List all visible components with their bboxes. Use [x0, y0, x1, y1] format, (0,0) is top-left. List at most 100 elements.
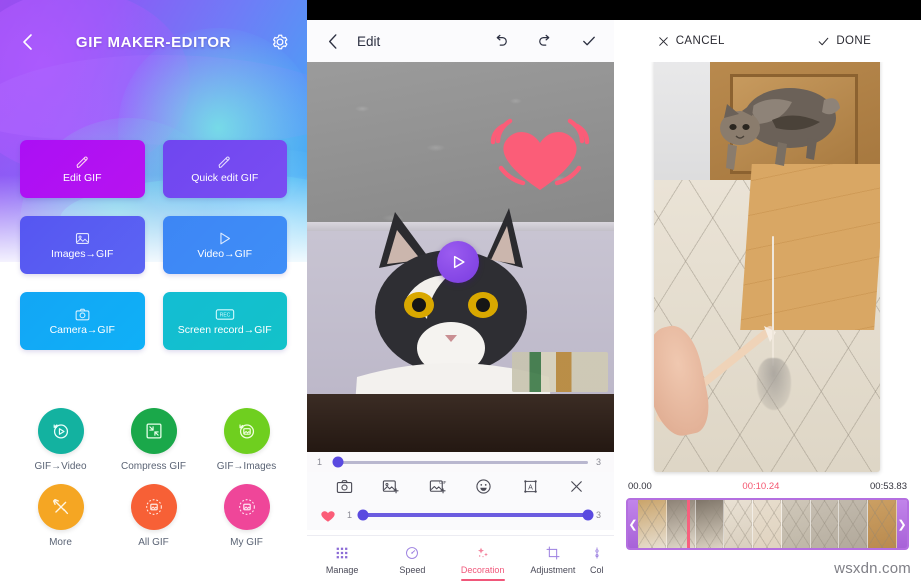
edit-canvas[interactable] [307, 62, 614, 452]
tab-label: Manage [325, 564, 359, 575]
timeline-start-time: 00.00 [628, 480, 652, 492]
sticker-slider-thumb-start[interactable] [357, 509, 369, 521]
circle-gif-to-video[interactable]: GIF→Video [14, 408, 107, 472]
tab-color[interactable]: Col [588, 536, 614, 583]
sticker-slider-track[interactable] [357, 509, 594, 521]
books-shelf [512, 352, 608, 392]
trim-handle-right[interactable]: ❯ [897, 500, 907, 548]
add-image-icon[interactable] [380, 475, 402, 497]
preview-toy [757, 358, 791, 410]
confirm-icon[interactable] [576, 28, 602, 54]
close-icon[interactable] [566, 475, 588, 497]
tools-icon [37, 484, 84, 530]
edit-actions [488, 28, 602, 54]
brush-icon [216, 154, 233, 171]
filmstrip-frame-texture [753, 500, 781, 548]
filmstrip-frame[interactable] [753, 500, 782, 548]
tile-grid: Edit GIF Quick edit GIF Images→GIF Video… [0, 140, 307, 368]
video-preview[interactable] [654, 58, 880, 472]
camera-icon[interactable] [333, 475, 355, 497]
trim-handle-left[interactable]: ❮ [628, 500, 638, 548]
tile-label: Video→GIF [197, 248, 253, 261]
tile-camera-to-gif[interactable]: Camera→GIF [20, 292, 145, 350]
redo-icon[interactable] [532, 28, 558, 54]
circle-gif-to-images[interactable]: GIF→Images [200, 408, 293, 472]
circle-compress-gif[interactable]: Compress GIF [107, 408, 200, 472]
circle-label: GIF→Images [216, 461, 277, 472]
frame-slider-thumb[interactable] [332, 456, 344, 468]
filmstrip-frame-texture [810, 500, 839, 548]
emoji-icon[interactable] [473, 475, 495, 497]
filmstrip-frame-texture [695, 500, 724, 548]
camera-icon [74, 306, 91, 323]
filmstrip-frame[interactable] [724, 500, 754, 548]
done-button[interactable]: DONE [768, 35, 921, 48]
filmstrip-frame-texture [839, 500, 868, 548]
preview-string [772, 236, 774, 366]
preview-wall [654, 58, 712, 188]
timeline-current-time: 00:10.24 [742, 480, 780, 492]
status-bar [307, 0, 614, 20]
filmstrip-frame[interactable] [781, 500, 811, 548]
back-icon[interactable] [14, 29, 40, 55]
circle-my-gif[interactable]: My GIF [200, 484, 293, 548]
sticker-slider-thumb-end[interactable] [582, 509, 594, 521]
cancel-button[interactable]: CANCEL [614, 35, 768, 48]
tile-quick-edit-gif[interactable]: Quick edit GIF [162, 140, 287, 198]
filmstrip-frame[interactable] [868, 500, 898, 548]
tab-adjustment[interactable]: Adjustment [518, 536, 588, 583]
grid-icon [336, 547, 348, 558]
tile-edit-gif[interactable]: Edit GIF [20, 140, 145, 198]
filmstrip-frame[interactable] [810, 500, 840, 548]
timeline-times: 00.00 00:10.24 00:53.83 [628, 478, 907, 494]
playhead[interactable] [687, 500, 691, 548]
rec-icon: REC [215, 306, 235, 323]
sparkle-icon [477, 547, 488, 557]
circle-more[interactable]: More [14, 484, 107, 548]
filmstrip-frame-texture [868, 500, 897, 548]
page-title: GIF MAKER-EDITOR [75, 33, 232, 51]
tile-label: Quick edit GIF [191, 172, 259, 185]
svg-text:A: A [528, 483, 533, 491]
tile-video-to-gif[interactable]: Video→GIF [162, 216, 287, 274]
gear-icon[interactable] [267, 29, 293, 55]
filmstrip-frame[interactable] [666, 500, 696, 548]
add-gif-icon[interactable]: GIF [426, 475, 448, 497]
tab-decoration[interactable]: Decoration [448, 536, 518, 583]
tile-screen-record-to-gif[interactable]: REC Screen record→GIF [162, 292, 287, 350]
filmstrip-frame[interactable] [839, 500, 869, 548]
frame-slider-track[interactable] [332, 456, 588, 468]
play-icon[interactable] [437, 241, 479, 283]
filmstrip-frames[interactable] [638, 500, 898, 548]
brush-icon [74, 154, 91, 171]
timeline-end-time: 00:53.83 [870, 480, 907, 492]
tab-manage[interactable]: Manage [307, 536, 377, 583]
undo-icon[interactable] [488, 28, 514, 54]
heart-sticker-thumbnail [317, 505, 339, 525]
filmstrip-frame[interactable] [638, 500, 667, 548]
done-label: DONE [836, 35, 872, 47]
page-title: Edit [357, 33, 381, 49]
sticker-duration-slider[interactable]: 1 3 [307, 500, 614, 530]
tab-label: Col [590, 564, 604, 575]
filmstrip-timeline[interactable]: ❮ ❯ [626, 498, 909, 550]
svg-text:REC: REC [219, 313, 230, 319]
gallery-icon [130, 484, 177, 530]
frame-slider[interactable]: 1 3 [307, 452, 614, 472]
circle-all-gif[interactable]: All GIF [107, 484, 200, 548]
tab-speed[interactable]: Speed [377, 536, 447, 583]
tile-images-to-gif[interactable]: Images→GIF [20, 216, 145, 274]
preview-wood-floor [740, 164, 880, 330]
circle-row: More All GIF My GIF [14, 484, 293, 548]
close-icon [658, 36, 668, 46]
status-bar [614, 0, 921, 20]
edit-bottom-nav: Manage Speed Decoration Adjustment Col [307, 535, 614, 583]
play-refresh-icon [37, 408, 84, 454]
tile-row: Images→GIF Video→GIF [20, 216, 287, 274]
gallery-icon [223, 484, 270, 530]
text-box-icon[interactable]: A [519, 475, 541, 497]
filmstrip-frame[interactable] [695, 500, 725, 548]
tab-label: Speed [399, 564, 426, 575]
tab-label: Decoration [460, 564, 505, 575]
back-icon[interactable] [319, 28, 345, 54]
